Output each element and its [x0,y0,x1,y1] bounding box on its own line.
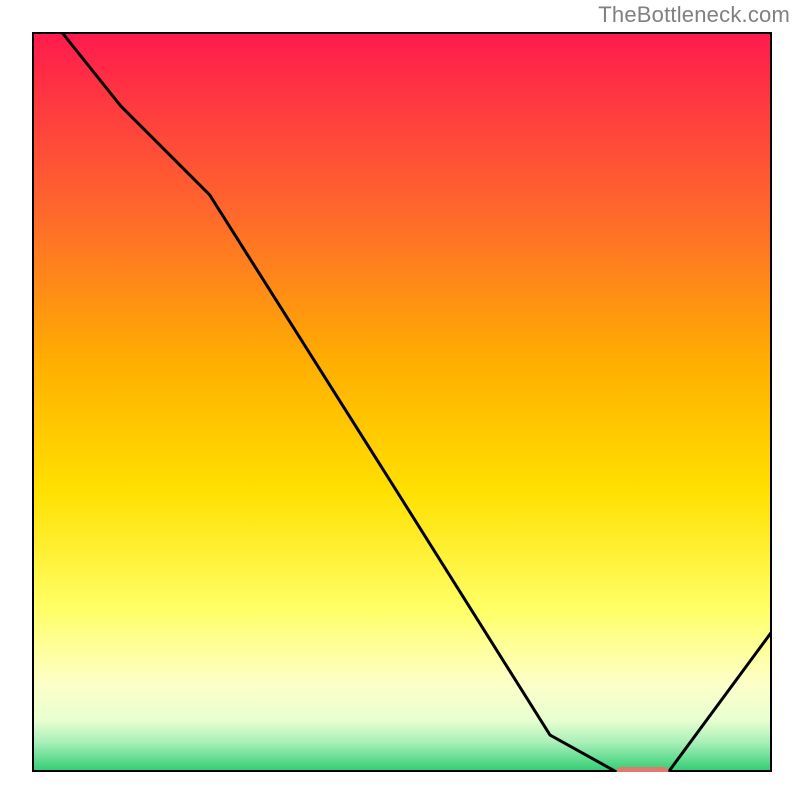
chart-svg [32,32,772,772]
chart-container: TheBottleneck.com [0,0,800,800]
watermark-text: TheBottleneck.com [598,2,790,28]
gradient-background [32,32,772,772]
optimum-marker [617,767,669,772]
